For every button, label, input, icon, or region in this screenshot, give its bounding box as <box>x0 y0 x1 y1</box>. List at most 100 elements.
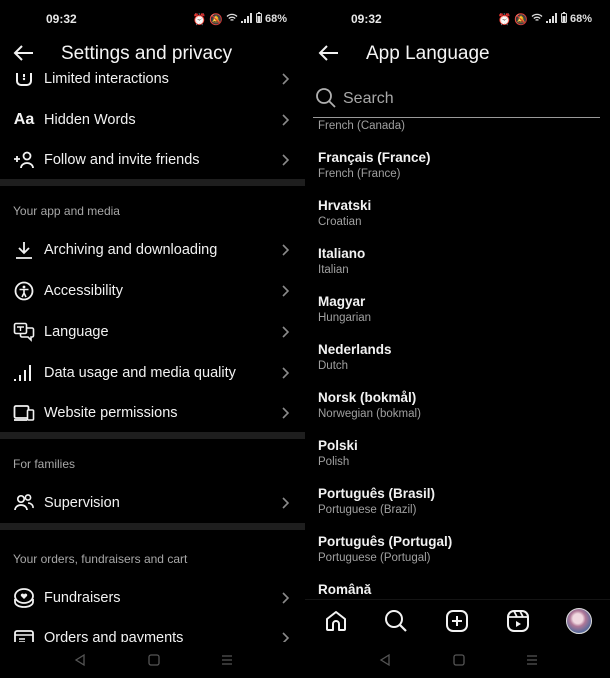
arrow-left-icon <box>13 45 33 61</box>
chevron-right-icon <box>282 497 290 509</box>
header: Settings and privacy <box>0 38 305 72</box>
language-english-name: Norwegian (bokmal) <box>318 408 421 420</box>
back-button[interactable] <box>12 41 36 65</box>
settings-row-follow-invite[interactable]: Follow and invite friends <box>0 140 305 180</box>
settings-row-label: Language <box>44 324 109 340</box>
chevron-right-icon <box>282 367 290 379</box>
limited-interactions-icon <box>12 72 36 91</box>
settings-list[interactable]: Limited interactions Aa Hidden Words Fol… <box>0 72 305 642</box>
header: App Language <box>305 38 610 72</box>
language-english-name: Polish <box>318 456 350 468</box>
recents-icon[interactable] <box>524 652 540 668</box>
download-icon <box>12 238 36 262</box>
language-option[interactable]: Magyar Hungarian <box>318 294 610 338</box>
app-language-screen: 09:32 ⏰ 🔕 68% App Language Search French… <box>305 0 610 678</box>
status-time: 09:32 <box>46 12 77 26</box>
settings-row-website-permissions[interactable]: Website permissions <box>0 393 305 433</box>
settings-row-label: Orders and payments <box>44 630 184 642</box>
signal-bars-icon <box>12 361 36 385</box>
settings-row-label: Supervision <box>44 495 120 511</box>
battery-icon <box>255 12 262 26</box>
search-icon <box>316 88 336 108</box>
settings-row-supervision[interactable]: Supervision <box>0 483 305 523</box>
language-option[interactable]: Português (Portugal) Portuguese (Portuga… <box>318 534 610 578</box>
home-square-icon[interactable] <box>451 652 467 668</box>
settings-row-label: Website permissions <box>44 405 178 421</box>
settings-row-label: Fundraisers <box>44 590 121 606</box>
language-native-name: Română <box>318 582 372 597</box>
settings-row-label: Accessibility <box>44 283 123 299</box>
settings-row-orders-payments[interactable]: Orders and payments <box>0 618 305 642</box>
language-option[interactable]: Polski Polish <box>318 438 610 482</box>
language-option[interactable]: Norsk (bokmål) Norwegian (bokmal) <box>318 390 610 434</box>
create-icon[interactable] <box>444 608 470 634</box>
back-triangle-icon[interactable] <box>377 652 393 668</box>
settings-row-fundraisers[interactable]: Fundraisers <box>0 578 305 618</box>
language-native-name: Français (France) <box>318 150 431 165</box>
settings-row-label: Hidden Words <box>44 112 136 128</box>
settings-row-accessibility[interactable]: Accessibility <box>0 271 305 311</box>
mute-icon: 🔕 <box>514 13 528 26</box>
search-input[interactable]: Search <box>313 84 600 118</box>
status-time: 09:32 <box>351 12 382 26</box>
alarm-icon: ⏰ <box>497 13 512 26</box>
devices-icon <box>12 401 36 425</box>
chevron-right-icon <box>282 407 290 419</box>
language-english-name: Dutch <box>318 360 349 372</box>
settings-row-data-usage[interactable]: Data usage and media quality <box>0 353 305 393</box>
settings-privacy-screen: 09:32 ⏰ 🔕 68% Settings and privacy Limit… <box>0 0 305 678</box>
language-icon <box>12 320 36 344</box>
language-native-name: Português (Portugal) <box>318 534 453 549</box>
section-divider <box>0 523 305 530</box>
section-title: For families <box>13 457 76 471</box>
settings-row-label: Data usage and media quality <box>44 365 236 381</box>
settings-row-limited-interactions[interactable]: Limited interactions <box>0 72 305 99</box>
language-option[interactable]: Italiano Italian <box>318 246 610 290</box>
language-english-name: Italian <box>318 264 349 276</box>
language-option[interactable]: Nederlands Dutch <box>318 342 610 386</box>
section-title: Your app and media <box>13 204 120 218</box>
system-nav-bar <box>0 642 305 678</box>
add-person-icon <box>12 148 36 172</box>
language-english-name: Hungarian <box>318 312 372 324</box>
people-icon <box>12 491 36 515</box>
search-icon[interactable] <box>383 608 409 634</box>
settings-row-hidden-words[interactable]: Aa Hidden Words <box>0 100 305 140</box>
page-title: App Language <box>366 43 490 64</box>
section-divider <box>0 432 305 439</box>
language-option[interactable]: Français (France) French (France) <box>318 150 610 194</box>
chevron-right-icon <box>282 244 290 256</box>
recents-icon[interactable] <box>219 652 235 668</box>
chevron-right-icon <box>282 285 290 297</box>
home-icon[interactable] <box>323 608 349 634</box>
wifi-icon <box>226 13 238 26</box>
settings-row-language[interactable]: Language <box>0 312 305 352</box>
language-option[interactable]: Português (Brasil) Portuguese (Brazil) <box>318 486 610 530</box>
home-square-icon[interactable] <box>146 652 162 668</box>
battery-percent: 68% <box>569 13 592 25</box>
accessibility-icon <box>12 279 36 303</box>
chevron-right-icon <box>282 73 290 85</box>
battery-icon <box>560 12 567 26</box>
status-bar: 09:32 ⏰ 🔕 68% <box>0 0 305 36</box>
settings-row-label: Follow and invite friends <box>44 152 200 168</box>
language-english-name: French (France) <box>318 168 401 180</box>
chevron-right-icon <box>282 114 290 126</box>
reels-icon[interactable] <box>505 608 531 634</box>
back-button[interactable] <box>317 41 341 65</box>
language-native-name: Polski <box>318 438 358 453</box>
settings-row-archiving[interactable]: Archiving and downloading <box>0 230 305 270</box>
arrow-left-icon <box>318 45 338 61</box>
profile-avatar[interactable] <box>566 608 592 634</box>
language-option[interactable]: Hrvatski Croatian <box>318 198 610 242</box>
back-triangle-icon[interactable] <box>72 652 88 668</box>
chevron-right-icon <box>282 154 290 166</box>
receipt-icon <box>12 626 36 642</box>
fundraiser-icon <box>12 586 36 610</box>
language-native-name: Português (Brasil) <box>318 486 436 501</box>
language-option[interactable]: Română <box>318 582 610 599</box>
language-list[interactable]: French (Canada) Français (France) French… <box>305 119 610 599</box>
status-icons: ⏰ 🔕 68% <box>193 12 287 26</box>
language-native-name: Magyar <box>318 294 366 309</box>
language-english-name: Portuguese (Brazil) <box>318 504 417 516</box>
